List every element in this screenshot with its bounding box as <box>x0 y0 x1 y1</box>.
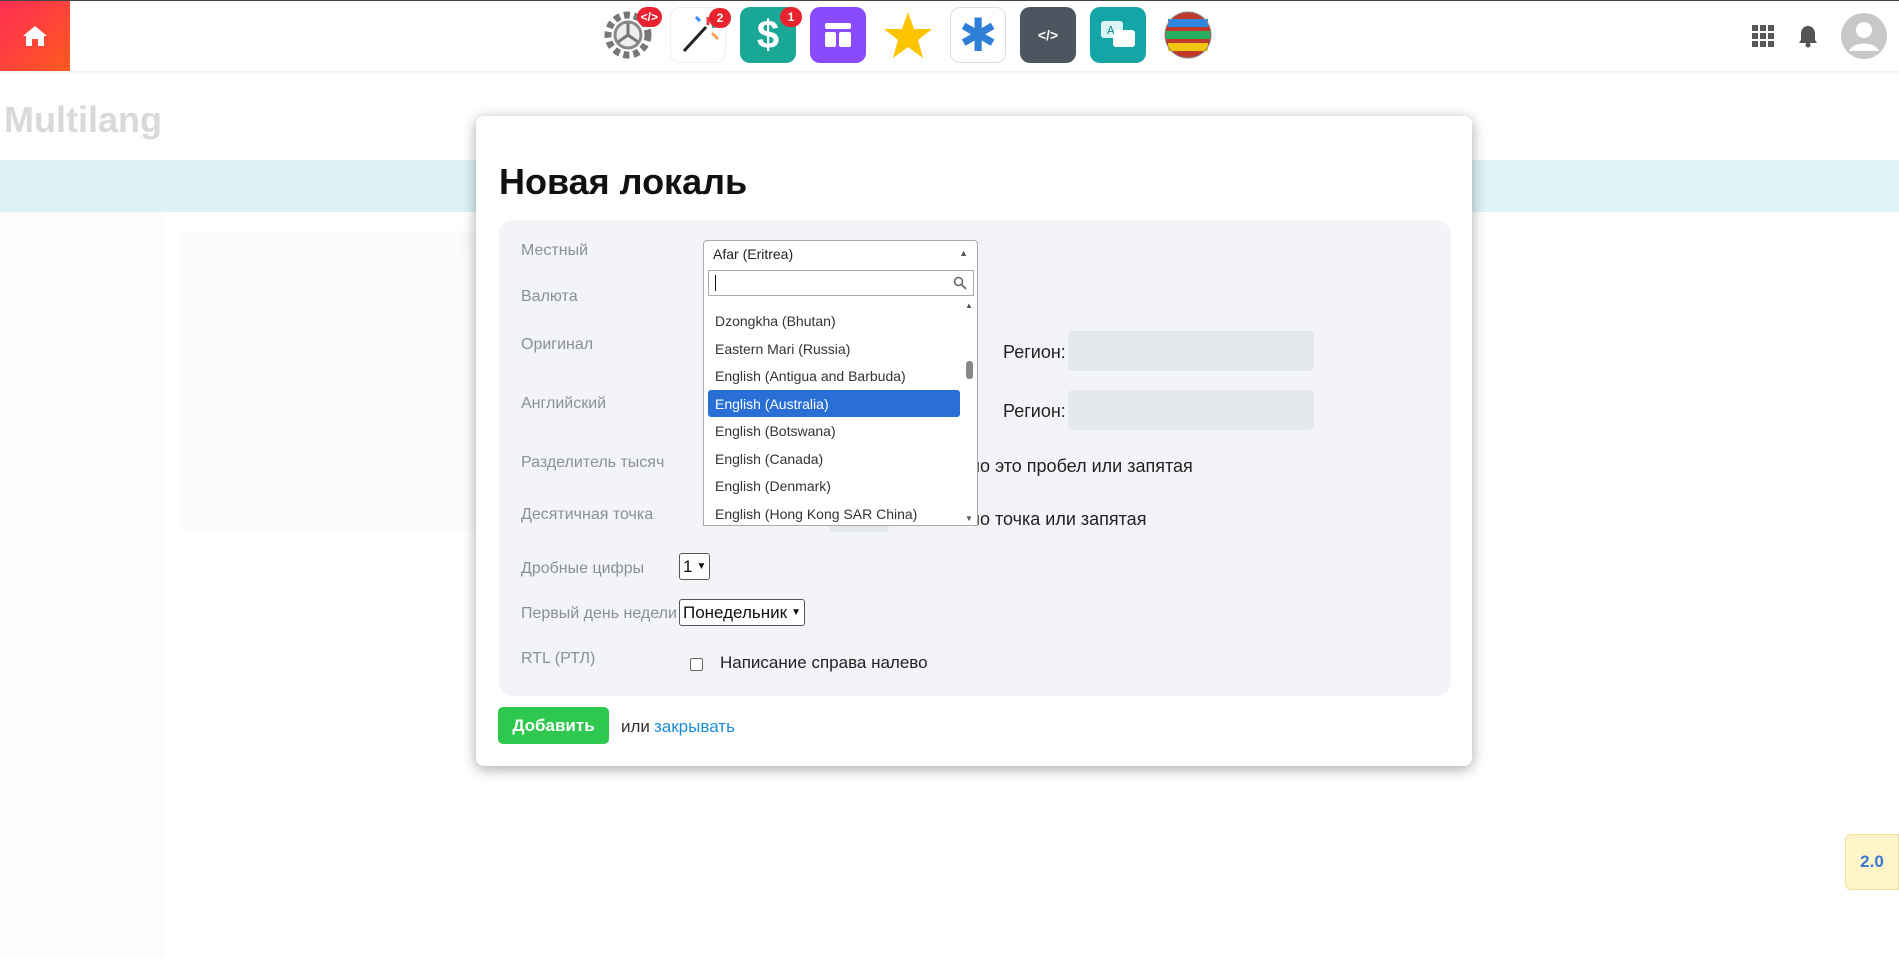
fraction-digits-select[interactable]: 1 ▼ <box>679 553 711 580</box>
chevron-up-icon: ▲ <box>959 248 968 258</box>
top-bar: </> 2 $ 1 ✱ </> A <box>0 0 1899 71</box>
search-icon <box>953 276 967 290</box>
original-region-label: Регион: <box>1003 342 1066 362</box>
label-rtl: RTL (РТЛ) <box>521 650 596 667</box>
app-launcher-bar: </> 2 $ 1 ✱ </> A <box>600 7 1216 63</box>
version-badge[interactable]: 2.0 <box>1845 834 1899 890</box>
rtl-checkbox[interactable] <box>690 658 703 671</box>
text-caret <box>715 275 716 291</box>
app-globe[interactable] <box>1160 7 1216 63</box>
first-day-select[interactable]: Понедельник ▼ <box>679 599 805 626</box>
app-magic-wand[interactable]: 2 <box>670 7 731 63</box>
apps-grid-icon[interactable] <box>1751 24 1775 48</box>
background-title: Multilang <box>4 99 162 140</box>
app-translate[interactable]: A <box>1090 7 1146 63</box>
label-original: Оригинал <box>521 336 594 353</box>
first-day-value: Понедельник <box>683 602 788 622</box>
locale-option[interactable]: Eastern Mari (Russia) <box>708 335 960 363</box>
dollar-icon: $ <box>756 12 780 57</box>
locale-select[interactable]: Afar (Eritrea) ▲ <box>703 240 978 268</box>
app-asterisk[interactable]: ✱ <box>950 7 1006 63</box>
chevron-down-icon: ▼ <box>696 561 707 572</box>
locale-search-input[interactable] <box>708 270 974 296</box>
scroll-up-icon[interactable]: ▲ <box>965 301 973 310</box>
home-icon <box>23 26 47 46</box>
background-sidebar <box>0 212 165 959</box>
home-button[interactable] <box>0 1 70 71</box>
app-badge-code: </> <box>636 7 662 27</box>
label-english: Английский <box>521 395 607 412</box>
app-code-book[interactable]: </> <box>1020 7 1076 63</box>
code-book-icon: </> <box>1037 27 1059 43</box>
app-badge-count: 1 <box>780 7 802 27</box>
rtl-checkbox-label: Написание справа налево <box>720 653 928 672</box>
thousands-hint: но это пробел или запятая <box>970 456 1193 476</box>
locale-option-highlighted[interactable]: English (Australia) <box>708 389 960 417</box>
english-region-input[interactable] <box>1068 390 1314 430</box>
chevron-down-icon: ▼ <box>791 607 801 618</box>
locale-options-list: Dzongkha (Bhutan) Eastern Mari (Russia) … <box>708 307 960 527</box>
scroll-down-icon[interactable]: ▼ <box>965 514 973 523</box>
app-layout[interactable] <box>810 7 866 63</box>
fraction-digits-value: 1 <box>683 556 693 576</box>
bell-icon[interactable] <box>1797 24 1819 48</box>
top-right-controls <box>1751 13 1887 59</box>
star-person-icon <box>884 12 932 58</box>
modal-title: Новая локаль <box>499 161 748 202</box>
label-decimal-point: Десятичная точка <box>521 506 654 523</box>
locale-select-value: Afar (Eritrea) <box>713 246 794 262</box>
label-fraction-digits: Дробные цифры <box>521 560 645 577</box>
locale-option[interactable]: English (Hong Kong SAR China) <box>708 500 960 528</box>
locale-option[interactable]: English (Antigua and Barbuda) <box>708 362 960 390</box>
translate-icon: A <box>1101 21 1135 47</box>
asterisk-icon: ✱ <box>958 9 998 61</box>
locale-option[interactable]: English (Denmark) <box>708 472 960 500</box>
original-region-input[interactable] <box>1068 331 1314 371</box>
avatar-icon[interactable] <box>1841 13 1887 59</box>
dropdown-scrollbar[interactable]: ▲ ▼ <box>963 301 975 523</box>
locale-option[interactable]: Dzongkha (Bhutan) <box>708 307 960 335</box>
svg-text:A: A <box>1107 24 1115 37</box>
locale-option[interactable]: English (Canada) <box>708 445 960 473</box>
app-gear-code[interactable]: </> <box>600 7 662 63</box>
locale-dropdown: Dzongkha (Bhutan) Eastern Mari (Russia) … <box>703 267 978 526</box>
locale-option[interactable]: English (Botswana) <box>708 417 960 445</box>
label-locale: Местный <box>521 242 589 259</box>
or-text: или <box>621 717 650 736</box>
app-badge-count: 2 <box>709 8 731 28</box>
label-thousands-separator: Разделитель тысяч <box>521 454 665 471</box>
label-first-day: Первый день недели <box>521 605 677 622</box>
decimal-hint: но точка или запятая <box>970 509 1147 529</box>
english-region-label: Регион: <box>1003 401 1066 421</box>
scroll-thumb[interactable] <box>966 361 973 379</box>
label-currency: Валюта <box>521 288 578 305</box>
background-card <box>180 231 500 531</box>
app-star[interactable] <box>880 7 936 63</box>
add-button[interactable]: Добавить <box>498 707 609 744</box>
app-dollar[interactable]: $ 1 <box>740 7 802 63</box>
globe-flags-icon <box>1164 11 1212 59</box>
close-link[interactable]: закрывать <box>654 717 735 737</box>
layout-icon <box>825 23 851 47</box>
